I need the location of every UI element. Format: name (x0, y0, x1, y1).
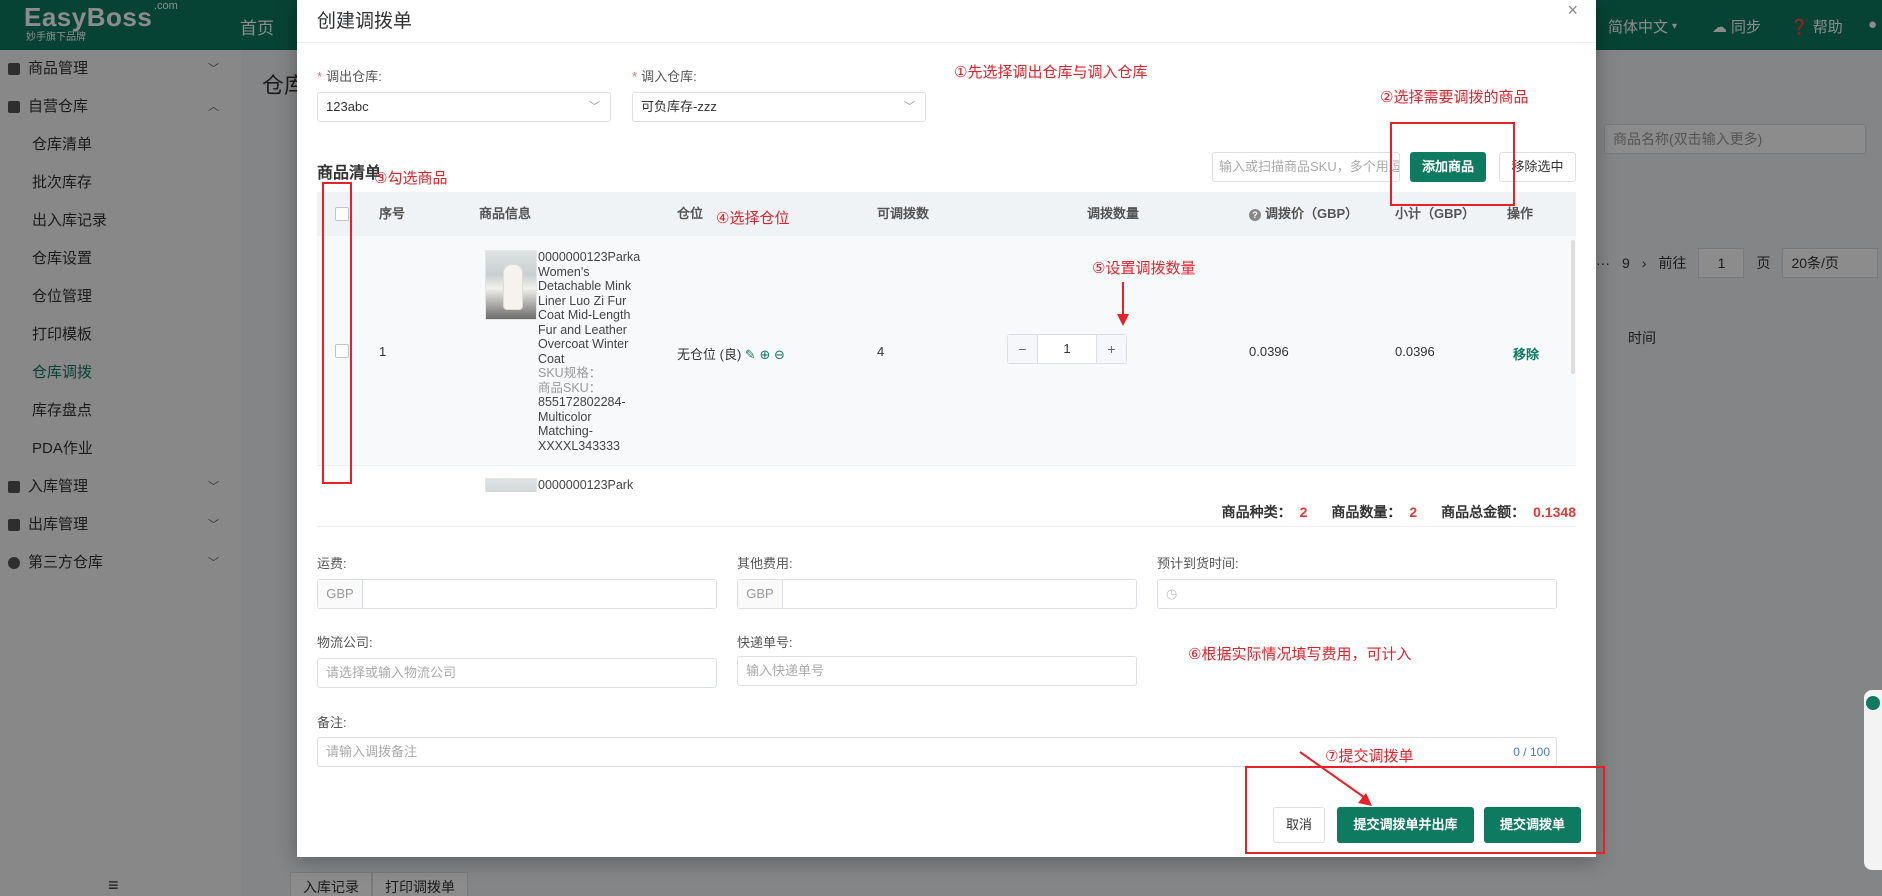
minus-circle-icon[interactable]: ⊖ (774, 347, 785, 362)
other-fee-input[interactable]: GBP (737, 579, 1137, 609)
question-icon[interactable]: ? (1249, 209, 1261, 221)
annotation-box-submit (1245, 766, 1605, 854)
close-icon[interactable]: × (1567, 0, 1578, 21)
order-summary: 商品种类： 2 商品数量： 2 商品总金额： 0.1348 (1221, 504, 1576, 520)
table-row: 0000000123Park (317, 466, 1576, 492)
tracking-label: 快递单号: (737, 635, 793, 650)
annotation-step2: ②选择需要调拨的商品 (1380, 89, 1529, 106)
eta-date-picker[interactable]: ◷ (1157, 579, 1557, 609)
modal-header: 创建调拨单 × (297, 0, 1596, 43)
add-circle-icon[interactable]: ⊕ (759, 347, 770, 362)
product-table: 1 0000000123Parka Women's Detachable Min… (317, 236, 1576, 492)
tracking-input[interactable]: 输入快递单号 (737, 656, 1137, 686)
table-scrollbar[interactable] (1571, 240, 1575, 374)
product-thumbnail[interactable] (485, 250, 537, 320)
table-row: 1 0000000123Parka Women's Detachable Min… (317, 236, 1576, 466)
annotation-step3: ③勾选商品 (374, 170, 448, 187)
from-warehouse-select[interactable]: 123abc ﹀ (317, 92, 611, 122)
floating-widget[interactable] (1864, 690, 1882, 870)
annotation-box-checkbox (322, 182, 352, 484)
transfer-price: 0.0396 (1249, 344, 1289, 359)
remove-row-link[interactable]: 移除 (1513, 344, 1539, 363)
annotation-step4: ④选择仓位 (716, 210, 790, 227)
from-warehouse-label: * 调出仓库: (317, 69, 382, 84)
available-qty: 4 (877, 344, 885, 359)
location-value: 无仓位 (良) ✎ ⊕ ⊖ (677, 347, 785, 362)
annotation-box-add-product (1390, 122, 1515, 206)
clock-icon: ◷ (1166, 586, 1178, 601)
divider (317, 526, 1576, 527)
chevron-down-icon: ﹀ (904, 101, 915, 113)
sku-input[interactable]: 输入或扫描商品SKU，多个用逗号隔开 (1212, 152, 1400, 182)
carrier-label: 物流公司: (317, 635, 373, 650)
plus-icon[interactable]: + (1096, 335, 1126, 363)
minus-icon[interactable]: − (1008, 335, 1038, 363)
annotation-step6: ⑥根据实际情况填写费用，可计入 (1188, 646, 1412, 663)
remark-counter: 0 / 100 (1513, 745, 1550, 759)
carrier-input[interactable]: 请选择或输入物流公司 (317, 658, 717, 688)
chevron-down-icon: ﹀ (589, 101, 600, 113)
freight-input[interactable]: GBP (317, 579, 717, 609)
modal-title: 创建调拨单 (317, 11, 413, 32)
annotation-step7: ⑦提交调拨单 (1325, 748, 1414, 765)
product-list-title: 商品清单 (317, 165, 382, 182)
remark-label: 备注: (317, 715, 347, 730)
table-header: 序号 商品信息 仓位 可调拨数 调拨数量 ? 调拨价（GBP） 小计（GBP） 操… (317, 192, 1576, 236)
quantity-stepper[interactable]: − 1 + (1007, 334, 1127, 364)
freight-label: 运费: (317, 556, 347, 571)
to-warehouse-label: * 调入仓库: (632, 69, 697, 84)
product-thumbnail[interactable] (485, 478, 537, 492)
quantity-input[interactable]: 1 (1038, 335, 1096, 363)
chat-icon[interactable] (1866, 696, 1880, 710)
to-warehouse-select[interactable]: 可负库存-zzz ﹀ (632, 92, 926, 122)
edit-icon[interactable]: ✎ (745, 347, 756, 362)
eta-label: 预计到货时间: (1157, 556, 1239, 571)
annotation-step1: ①先选择调出仓库与调入仓库 (954, 64, 1148, 81)
subtotal: 0.0396 (1395, 344, 1435, 359)
annotation-step5: ⑤设置调拨数量 (1092, 260, 1196, 277)
other-fee-label: 其他费用: (737, 556, 793, 571)
product-info: 0000000123Parka Women's Detachable Mink … (538, 250, 641, 453)
